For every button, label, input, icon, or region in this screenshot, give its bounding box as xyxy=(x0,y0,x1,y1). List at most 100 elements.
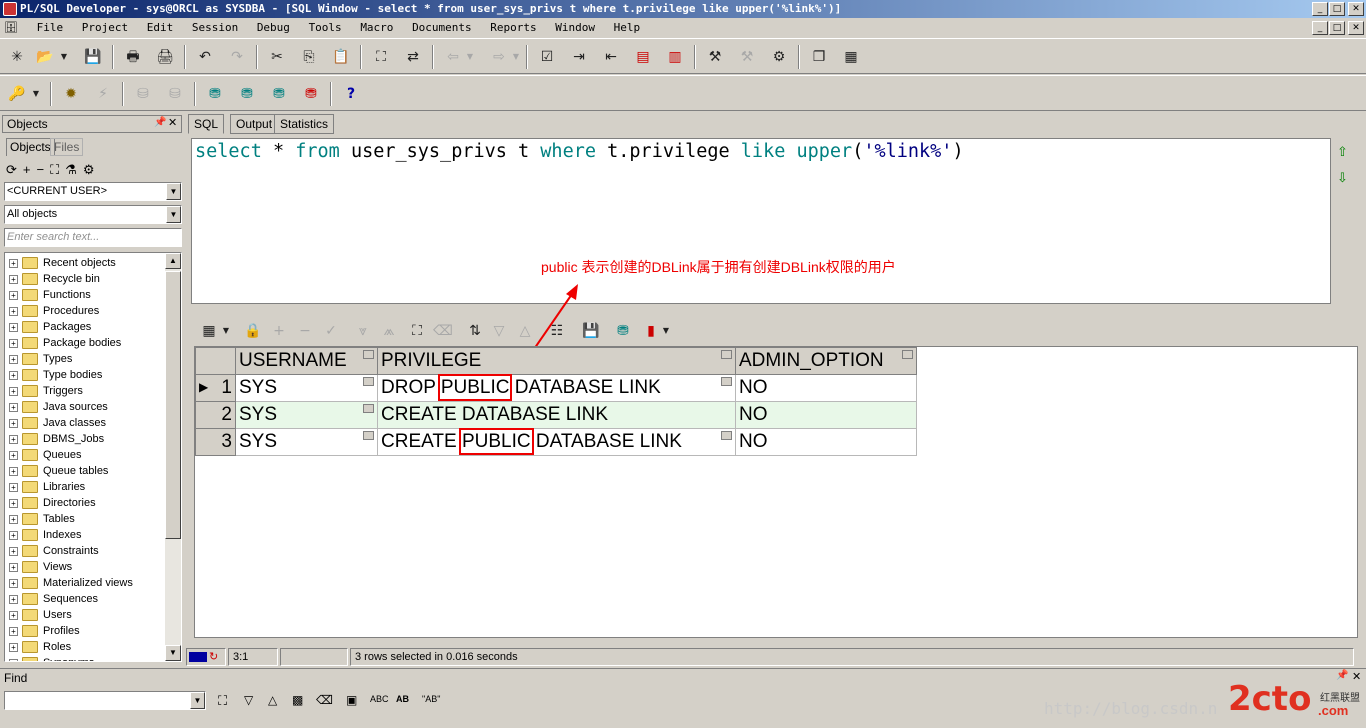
sort-icon[interactable]: ⇅ xyxy=(464,320,486,342)
table-row[interactable]: 3 SYS CREATE PUBLIC DATABASE LINK NO xyxy=(195,428,917,456)
find-binoculars-icon[interactable]: ⛶ xyxy=(370,46,392,68)
paste-icon[interactable]: 📋 xyxy=(330,46,352,68)
panel-close-icon[interactable]: ✕ xyxy=(168,116,177,129)
expand-icon[interactable]: + xyxy=(9,434,18,444)
expand-icon[interactable]: + xyxy=(9,450,18,460)
expand-icon[interactable]: + xyxy=(9,546,18,556)
eraser-icon[interactable]: ⌫ xyxy=(316,693,333,707)
expand-icon[interactable]: + xyxy=(9,610,18,620)
table-row[interactable]: 2 SYS CREATE DATABASE LINK NO xyxy=(195,401,917,429)
tree-item[interactable]: + Type bodies xyxy=(9,367,102,383)
minimize-button[interactable]: _ xyxy=(1312,2,1328,16)
cell-username[interactable]: SYS xyxy=(235,401,378,429)
expand-icon[interactable]: + xyxy=(9,498,18,508)
grid-select-dropdown-icon[interactable]: ▼ xyxy=(220,320,232,342)
row-number[interactable]: 2 xyxy=(195,401,236,429)
tree-item[interactable]: + Recycle bin xyxy=(9,271,100,287)
grid-select-icon[interactable]: ▦ xyxy=(198,320,220,342)
print-setup-icon[interactable]: 🖨 xyxy=(154,46,176,68)
menu-window[interactable]: Window xyxy=(549,18,601,38)
tree-item[interactable]: + Views xyxy=(9,559,72,575)
regex-toggle[interactable]: "AB" xyxy=(422,694,440,704)
expand-icon[interactable]: + xyxy=(9,354,18,364)
refresh-icon[interactable]: ⟳ xyxy=(6,162,23,177)
pin-icon[interactable]: 📌 xyxy=(154,117,166,128)
expand-icon[interactable]: + xyxy=(9,290,18,300)
expand-icon[interactable]: + xyxy=(9,514,18,524)
chevron-down-icon[interactable]: ▼ xyxy=(166,183,181,200)
object-tree[interactable]: + Recent objects + Recycle bin + Functions + Pr… xyxy=(4,252,182,662)
cell-admin-option[interactable]: NO xyxy=(735,401,917,429)
single-record-view-icon[interactable]: ☷ xyxy=(546,320,568,342)
cell-username[interactable]: SYS xyxy=(235,374,378,402)
highlight-icon[interactable]: ▩ xyxy=(292,693,303,707)
cell-admin-option[interactable]: NO xyxy=(735,374,917,402)
expand-icon[interactable]: + xyxy=(9,658,18,661)
export-query-icon[interactable]: ⛃ xyxy=(612,320,634,342)
explain-disabled-icon[interactable]: ⚒ xyxy=(736,46,758,68)
result-grid[interactable]: USERNAME PRIVILEGE ADMIN_OPTION ▶ 1 SYS DRO… xyxy=(194,346,1358,638)
menu-file[interactable]: File xyxy=(31,18,70,38)
next-icon[interactable]: ▽ xyxy=(488,320,510,342)
column-header-privilege[interactable]: PRIVILEGE xyxy=(377,347,736,375)
break-icon[interactable]: ⚡ xyxy=(92,83,114,105)
help-icon[interactable]: ? xyxy=(340,83,362,105)
key-logon-icon[interactable]: 🔑 xyxy=(6,83,28,105)
insert-record-icon[interactable]: + xyxy=(268,320,290,342)
user-combo[interactable]: <CURRENT USER> ▼ xyxy=(4,182,182,201)
cell-editor-icon[interactable] xyxy=(363,377,374,386)
match-case-toggle[interactable]: ABC xyxy=(370,694,389,704)
tree-item[interactable]: + Package bodies xyxy=(9,335,121,351)
tree-scrollbar[interactable]: ▲ ▼ xyxy=(165,253,181,661)
fetch-last-icon[interactable]: ⩕ xyxy=(378,320,400,342)
tree-item[interactable]: + Recent objects xyxy=(9,255,116,271)
logon-dropdown-icon[interactable]: ▼ xyxy=(30,83,42,105)
chevron-down-icon[interactable]: ▼ xyxy=(166,206,181,223)
files-tab[interactable]: Files xyxy=(50,138,84,156)
tree-item[interactable]: + Queue tables xyxy=(9,463,108,479)
open-folder-icon[interactable]: 📂 xyxy=(34,46,56,68)
uncomment-icon[interactable]: ▥ xyxy=(664,46,686,68)
mdi-restore-button[interactable]: □ xyxy=(1329,21,1345,35)
tree-item[interactable]: + Synonyms xyxy=(9,655,94,661)
forward-icon[interactable]: ⇨ xyxy=(488,46,510,68)
forward-dropdown-icon[interactable]: ▼ xyxy=(510,46,522,68)
cut-icon[interactable]: ✂ xyxy=(266,46,288,68)
chart-dropdown-icon[interactable]: ▼ xyxy=(660,320,672,342)
expand-icon[interactable]: + xyxy=(9,578,18,588)
find-binoculars-icon[interactable]: ⛶ xyxy=(218,693,227,709)
tree-item[interactable]: + Java sources xyxy=(9,399,108,415)
expand-icon[interactable]: + xyxy=(9,274,18,284)
tree-item[interactable]: + Materialized views xyxy=(9,575,133,591)
new-sql-icon[interactable]: ⛃ xyxy=(236,83,258,105)
undo-icon[interactable]: ↶ xyxy=(194,46,216,68)
indent-icon[interactable]: ⇥ xyxy=(568,46,590,68)
tree-item[interactable]: + Constraints xyxy=(9,543,99,559)
commit-icon[interactable]: ⛁ xyxy=(132,83,154,105)
clear-record-icon[interactable]: ⌫ xyxy=(432,320,454,342)
execute-gear-icon[interactable]: ✹ xyxy=(60,83,82,105)
column-menu-icon[interactable] xyxy=(363,350,374,359)
column-menu-icon[interactable] xyxy=(721,350,732,359)
find-prev-icon[interactable]: △ xyxy=(268,693,277,707)
save-icon[interactable]: 💾 xyxy=(82,46,104,68)
tab-output[interactable]: Output xyxy=(230,114,279,134)
tree-item[interactable]: + Tables xyxy=(9,511,75,527)
query-by-example-icon[interactable]: ⛶ xyxy=(406,320,428,342)
row-number[interactable]: 3 xyxy=(195,428,236,456)
tree-item[interactable]: + Queues xyxy=(9,447,82,463)
check-syntax-icon[interactable]: ☑ xyxy=(536,46,558,68)
expand-icon[interactable]: + xyxy=(9,338,18,348)
tree-item[interactable]: + Types xyxy=(9,351,72,367)
expand-icon[interactable]: + xyxy=(9,418,18,428)
test-icon[interactable]: ⚙ xyxy=(768,46,790,68)
menu-reports[interactable]: Reports xyxy=(484,18,542,38)
close-button[interactable]: ✕ xyxy=(1348,2,1364,16)
fetch-next-icon[interactable]: ⩔ xyxy=(352,320,374,342)
tree-item[interactable]: + Sequences xyxy=(9,591,98,607)
find-objects-icon[interactable]: ⛶ xyxy=(50,162,65,177)
print-icon[interactable]: 🖶 xyxy=(122,46,144,68)
delete-record-icon[interactable]: − xyxy=(294,320,316,342)
menu-macro[interactable]: Macro xyxy=(354,18,399,38)
expand-icon[interactable]: + xyxy=(9,562,18,572)
